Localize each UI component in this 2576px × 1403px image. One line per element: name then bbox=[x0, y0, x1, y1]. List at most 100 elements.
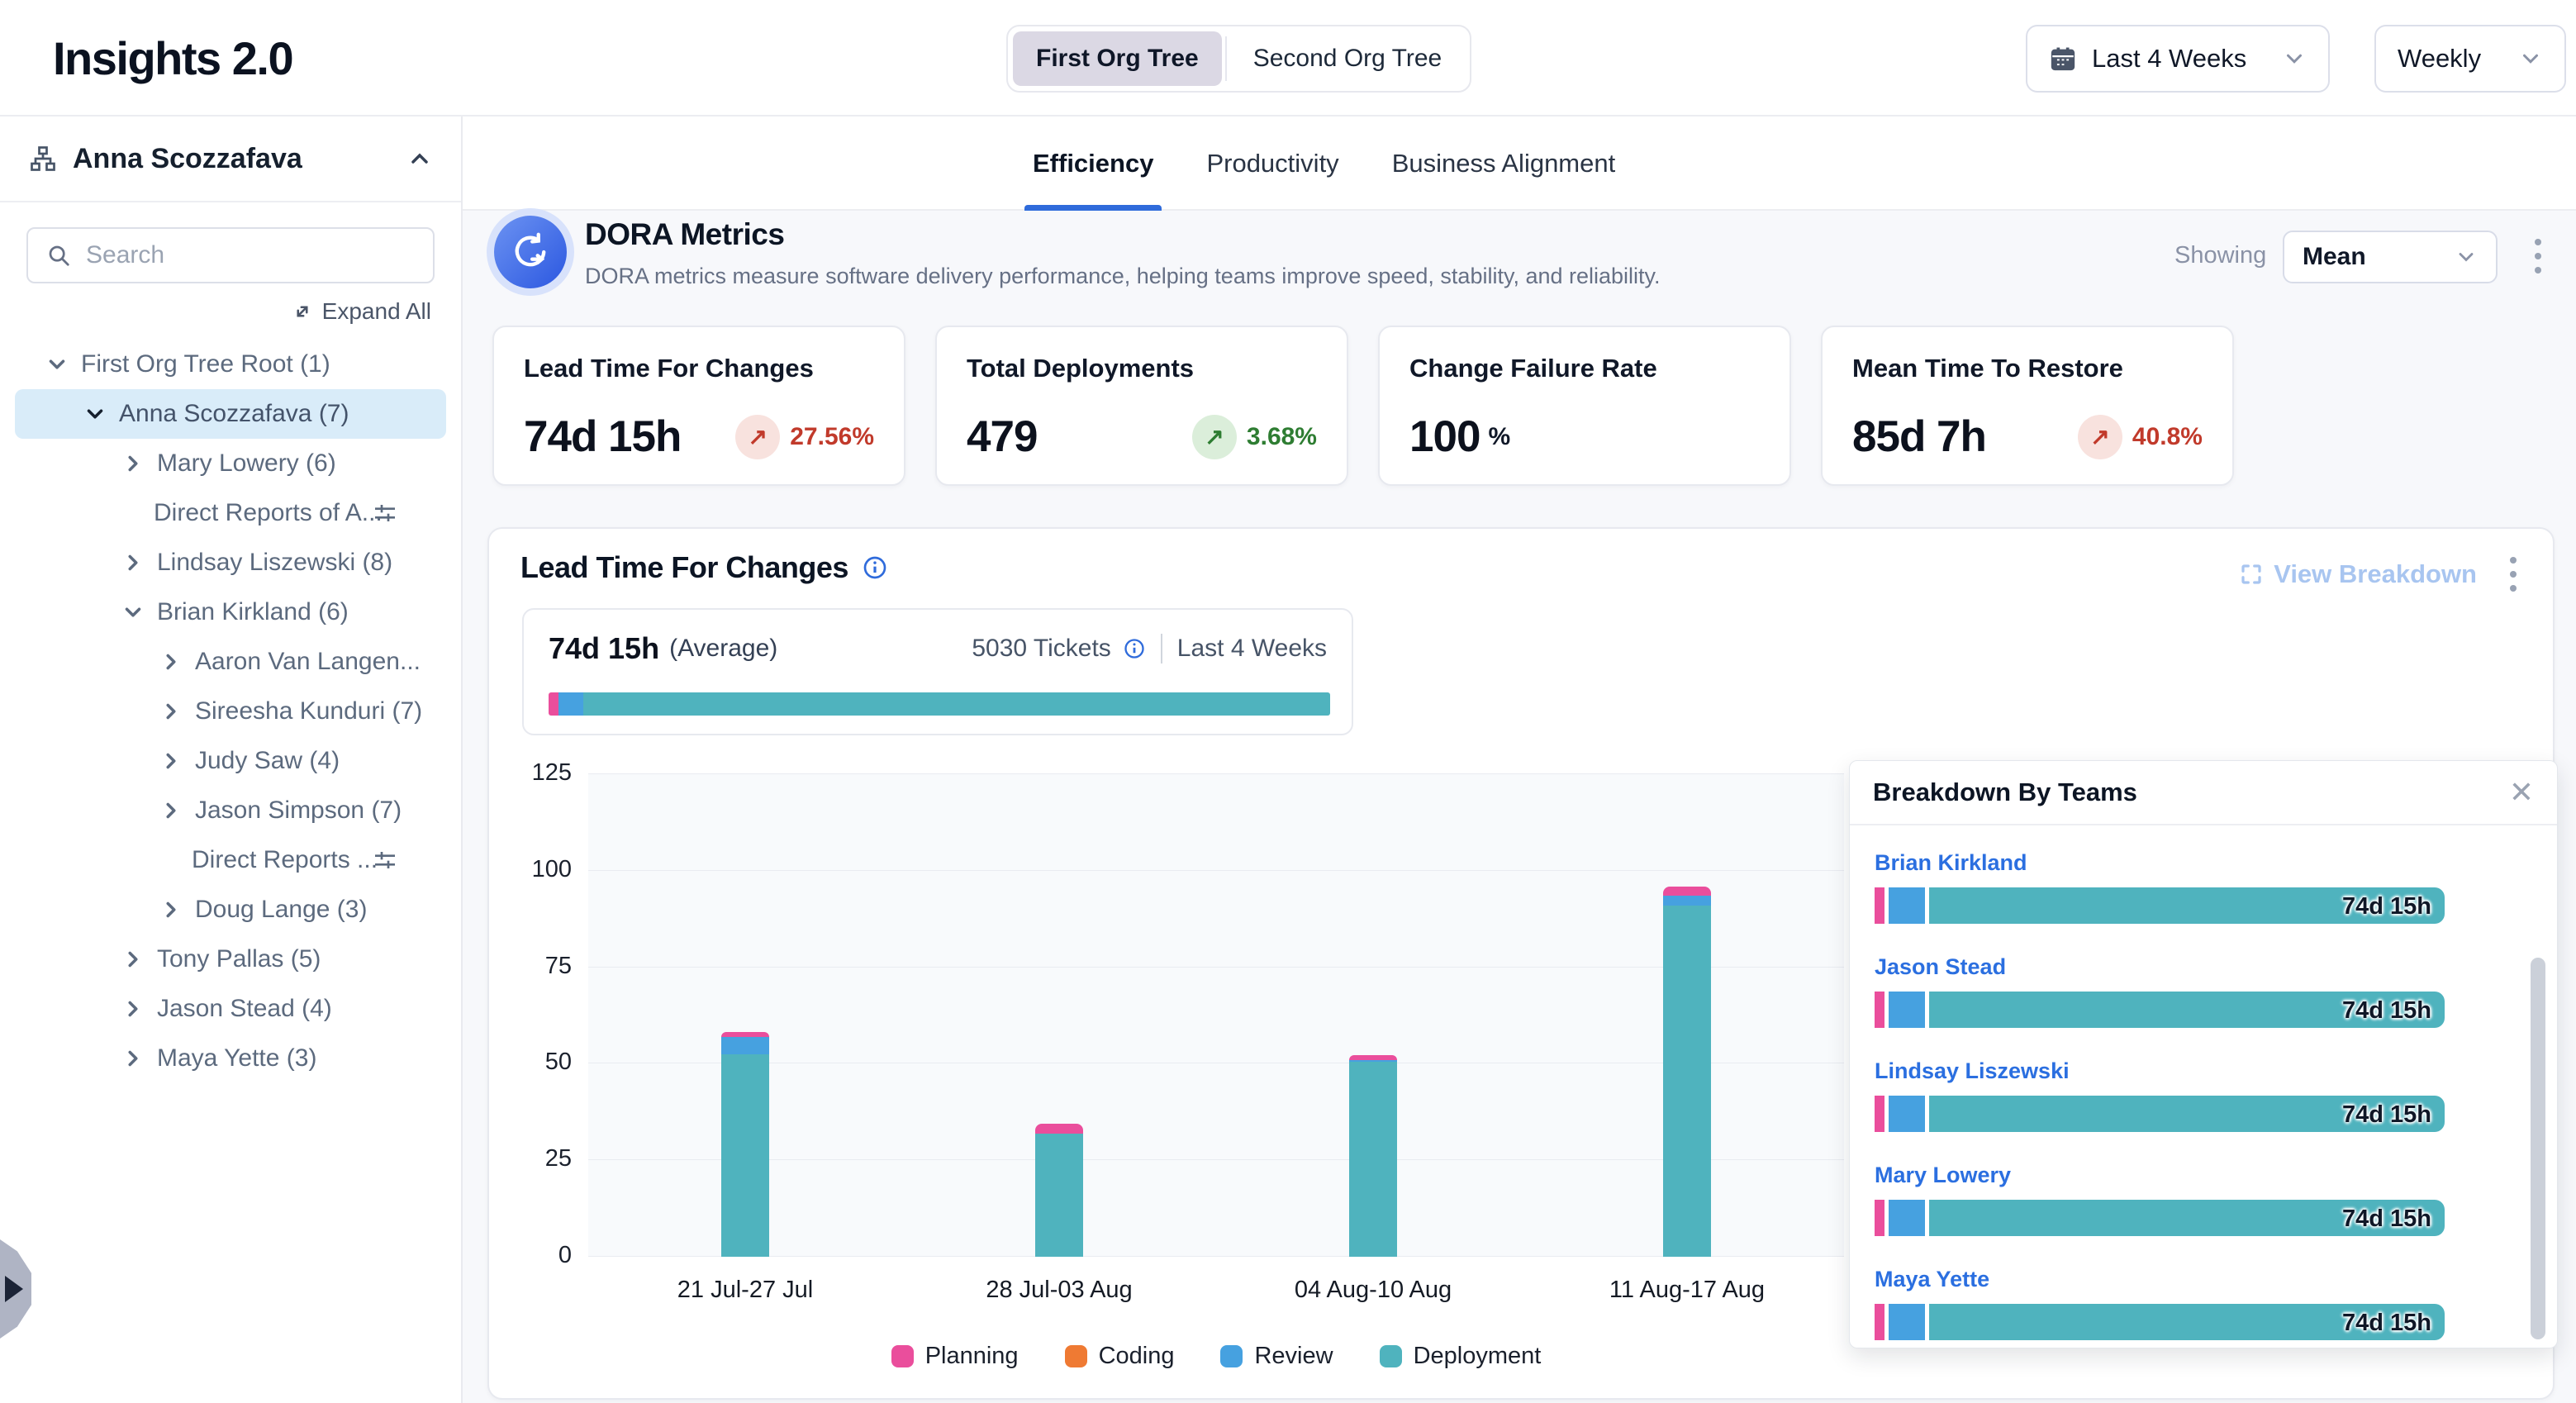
dora-kebab-menu[interactable] bbox=[2535, 239, 2541, 273]
tab-efficiency[interactable]: Efficiency bbox=[1033, 117, 1153, 211]
tree-item-label: Brian Kirkland (6) bbox=[157, 598, 349, 626]
chevron-right-icon[interactable] bbox=[159, 798, 183, 823]
average-period: Last 4 Weeks bbox=[1177, 635, 1327, 663]
team-bar-value: 74d 15h bbox=[2342, 893, 2431, 920]
chevron-down-icon[interactable] bbox=[45, 352, 69, 377]
granularity-dropdown[interactable]: Weekly bbox=[2374, 25, 2566, 93]
team-name-link[interactable]: Maya Yette bbox=[1875, 1267, 2532, 1292]
team-stacked-bar: 74d 15h bbox=[1875, 992, 2445, 1028]
metric-card-total-deployments: Total Deployments479↗3.68% bbox=[935, 326, 1348, 486]
expand-all-button[interactable]: Expand All bbox=[0, 292, 461, 336]
stacked-bar-11-aug-17-aug[interactable] bbox=[1663, 887, 1711, 1257]
chevron-down-icon[interactable] bbox=[83, 402, 107, 426]
team-row-lindsay-liszewski: Lindsay Liszewski 74d 15h bbox=[1875, 1058, 2532, 1132]
team-name-link[interactable]: Jason Stead bbox=[1875, 954, 2532, 980]
scrollbar-thumb[interactable] bbox=[2531, 958, 2545, 1339]
chevron-down-icon[interactable] bbox=[121, 600, 145, 625]
search-input[interactable] bbox=[86, 241, 415, 269]
tree-item-lindsay-liszewski-8[interactable]: Lindsay Liszewski (8) bbox=[15, 538, 446, 587]
sidebar-search[interactable] bbox=[26, 227, 435, 283]
chevron-right-icon[interactable] bbox=[159, 649, 183, 674]
tree-item-doug-lange-3[interactable]: Doug Lange (3) bbox=[15, 885, 446, 935]
arrow-up-right-icon: ↗ bbox=[735, 415, 780, 459]
average-summary-card: 74d 15h (Average) 5030 Tickets Last 4 We… bbox=[522, 608, 1353, 735]
metric-card-title: Mean Time To Restore bbox=[1852, 354, 2203, 383]
tab-productivity[interactable]: Productivity bbox=[1206, 117, 1338, 211]
aggregation-dropdown[interactable]: Mean bbox=[2283, 231, 2498, 283]
tree-item-sireesha-kunduri-7[interactable]: Sireesha Kunduri (7) bbox=[15, 687, 446, 736]
legend-item-review[interactable]: Review bbox=[1220, 1343, 1333, 1370]
info-icon[interactable] bbox=[1123, 637, 1146, 660]
chevron-right-icon[interactable] bbox=[121, 947, 145, 972]
lead-time-kebab-menu[interactable] bbox=[2510, 557, 2517, 592]
chevron-right-icon[interactable] bbox=[121, 996, 145, 1021]
org-tree-toggle: First Org Tree Second Org Tree bbox=[1006, 25, 1471, 93]
team-bar-segment-review bbox=[1889, 887, 1925, 924]
toggle-first-org-tree[interactable]: First Org Tree bbox=[1013, 31, 1222, 86]
tree-item-first-org-tree-root-1[interactable]: First Org Tree Root (1) bbox=[15, 340, 446, 389]
metric-card-lead-time-for-changes: Lead Time For Changes74d 15h↗27.56% bbox=[492, 326, 905, 486]
avg-bar-segment-planning bbox=[549, 692, 558, 716]
sidebar-user-header[interactable]: Anna Scozzafava bbox=[0, 117, 461, 202]
chevron-right-icon[interactable] bbox=[121, 550, 145, 575]
filter-sliders-icon[interactable] bbox=[372, 500, 398, 526]
tree-item-maya-yette-3[interactable]: Maya Yette (3) bbox=[15, 1034, 446, 1083]
metric-card-title: Lead Time For Changes bbox=[524, 354, 874, 383]
chevron-right-icon[interactable] bbox=[159, 699, 183, 724]
y-axis-label: 100 bbox=[506, 856, 572, 883]
tree-item-aaron-van-langen[interactable]: Aaron Van Langen... bbox=[15, 637, 446, 687]
legend-swatch bbox=[1220, 1345, 1243, 1367]
y-axis-label: 50 bbox=[506, 1049, 572, 1076]
tree-item-jason-stead-4[interactable]: Jason Stead (4) bbox=[15, 984, 446, 1034]
toggle-second-org-tree[interactable]: Second Org Tree bbox=[1230, 31, 1465, 86]
chevron-right-icon[interactable] bbox=[159, 749, 183, 773]
date-range-dropdown[interactable]: Last 4 Weeks bbox=[2026, 25, 2330, 93]
team-stacked-bar: 74d 15h bbox=[1875, 1096, 2445, 1132]
tree-item-judy-saw-4[interactable]: Judy Saw (4) bbox=[15, 736, 446, 786]
app-title: Insights 2.0 bbox=[53, 31, 292, 85]
tree-item-direct-reports[interactable]: Direct Reports ... bbox=[15, 835, 446, 885]
tree-item-tony-pallas-5[interactable]: Tony Pallas (5) bbox=[15, 935, 446, 984]
team-bar-segment-review bbox=[1889, 1200, 1925, 1236]
tab-business-alignment[interactable]: Business Alignment bbox=[1392, 117, 1616, 211]
chevron-right-icon[interactable] bbox=[159, 897, 183, 922]
team-name-link[interactable]: Brian Kirkland bbox=[1875, 850, 2532, 876]
dora-section-title: DORA Metrics bbox=[585, 217, 784, 252]
filter-sliders-icon[interactable] bbox=[372, 847, 398, 873]
tree-item-brian-kirkland-6[interactable]: Brian Kirkland (6) bbox=[15, 587, 446, 637]
metric-delta-value: 40.8% bbox=[2132, 423, 2203, 451]
team-row-brian-kirkland: Brian Kirkland 74d 15h bbox=[1875, 850, 2532, 924]
tree-item-jason-simpson-7[interactable]: Jason Simpson (7) bbox=[15, 786, 446, 835]
tree-item-label: Jason Stead (4) bbox=[157, 995, 332, 1023]
chevron-right-icon[interactable] bbox=[121, 1046, 145, 1071]
info-icon[interactable] bbox=[862, 554, 888, 581]
tree-item-label: Direct Reports ... bbox=[192, 846, 378, 874]
aggregation-value: Mean bbox=[2303, 243, 2366, 271]
stacked-bar-28-jul-03-aug[interactable] bbox=[1035, 1124, 1083, 1257]
stacked-bar-21-jul-27-jul[interactable] bbox=[721, 1032, 769, 1257]
average-stacked-bar bbox=[549, 692, 1330, 716]
tree-item-anna-scozzafava-7[interactable]: Anna Scozzafava (7) bbox=[15, 389, 446, 439]
tree-item-direct-reports-of-a[interactable]: Direct Reports of A... bbox=[15, 488, 446, 538]
org-sidebar: Anna Scozzafava Expand All First Org Tre… bbox=[0, 117, 463, 1403]
bar-segment-deployment bbox=[1035, 1134, 1083, 1258]
stacked-bar-04-aug-10-aug[interactable] bbox=[1349, 1055, 1397, 1257]
legend-item-planning[interactable]: Planning bbox=[891, 1343, 1019, 1370]
team-name-link[interactable]: Mary Lowery bbox=[1875, 1163, 2532, 1188]
chevron-right-icon[interactable] bbox=[121, 451, 145, 476]
x-axis-label: 21 Jul-27 Jul bbox=[588, 1277, 902, 1304]
team-name-link[interactable]: Lindsay Liszewski bbox=[1875, 1058, 2532, 1084]
team-stacked-bar: 74d 15h bbox=[1875, 887, 2445, 924]
tree-item-mary-lowery-6[interactable]: Mary Lowery (6) bbox=[15, 439, 446, 488]
legend-item-deployment[interactable]: Deployment bbox=[1380, 1343, 1542, 1370]
teams-list: Brian Kirkland74d 15hJason Stead74d 15hL… bbox=[1850, 825, 2557, 1348]
team-bar-value: 74d 15h bbox=[2342, 1101, 2431, 1129]
chevron-up-icon[interactable] bbox=[406, 145, 433, 172]
close-icon[interactable]: ✕ bbox=[2509, 778, 2534, 807]
view-breakdown-button[interactable]: View Breakdown bbox=[2239, 559, 2477, 589]
tree-item-label: Aaron Van Langen... bbox=[195, 648, 421, 676]
legend-item-coding[interactable]: Coding bbox=[1065, 1343, 1175, 1370]
team-row-mary-lowery: Mary Lowery74d 15h bbox=[1875, 1163, 2532, 1236]
team-stacked-bar: 74d 15h bbox=[1875, 1304, 2445, 1340]
breakdown-panel-title: Breakdown By Teams bbox=[1873, 778, 2137, 807]
